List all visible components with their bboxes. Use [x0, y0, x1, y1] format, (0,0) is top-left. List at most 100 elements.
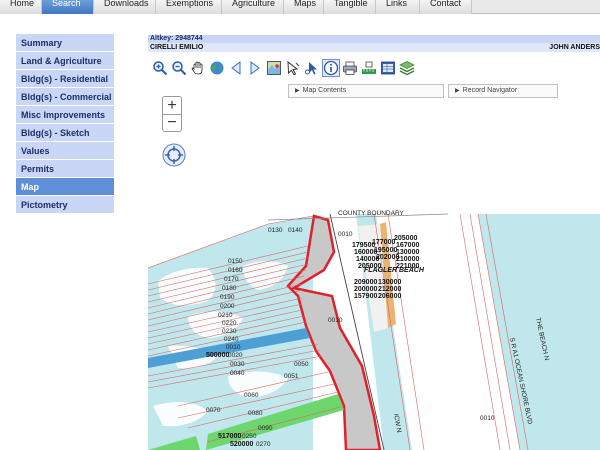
parcel-label: 0160	[228, 267, 243, 274]
table-icon[interactable]	[380, 60, 396, 76]
parcel-value: 167000	[396, 242, 419, 249]
zoom-out-button[interactable]: −	[163, 114, 181, 131]
parcel-value: 212000	[378, 286, 401, 293]
parcel-label: 0230	[222, 328, 237, 335]
parcel-label: 0051	[284, 373, 299, 380]
parcel-label: 520000	[230, 441, 253, 448]
zoom-in-button[interactable]: +	[163, 97, 181, 114]
nav-tab-maps[interactable]: Maps	[284, 0, 324, 14]
parcel-label: 0210	[218, 312, 233, 319]
parcel-value: 205000	[358, 263, 381, 270]
forward-icon[interactable]	[247, 60, 263, 76]
print-icon[interactable]	[342, 60, 358, 76]
parcel-value: 210000	[396, 256, 419, 263]
nav-tab-home[interactable]: Home	[0, 0, 42, 14]
nav-tab-contact[interactable]: Contact	[420, 0, 472, 14]
identify-cursor-icon[interactable]	[304, 60, 320, 76]
parcel-value: 179500	[352, 242, 375, 249]
map-contents-label: Map Contents	[302, 87, 347, 94]
altkey-label: Altkey: 2948744	[148, 35, 600, 43]
parcel-label: 0010	[338, 231, 353, 238]
map-contents-panel[interactable]: ▶ Map Contents	[288, 84, 444, 98]
parcel-label: 0150	[228, 258, 243, 265]
parcel-label: 0040	[230, 370, 245, 377]
expand-arrow-icon: ▶	[455, 88, 460, 94]
record-navigator-panel[interactable]: ▶ Record Navigator	[448, 84, 558, 98]
parcel-label: 0200	[220, 303, 235, 310]
parcel-label: 0010	[480, 415, 495, 422]
globe-icon[interactable]	[209, 60, 225, 76]
parcel-label: 0090	[258, 425, 273, 432]
measure-icon[interactable]	[361, 60, 377, 76]
nav-tab-exemptions[interactable]: Exemptions	[156, 0, 222, 14]
owner-name: CIRELLI EMILIO	[150, 44, 204, 51]
parcel-label: 0240	[224, 336, 239, 343]
nav-tab-tangible[interactable]: Tangible	[324, 0, 376, 14]
zoom-in-icon[interactable]	[152, 60, 168, 76]
sidebar: Summary Land & Agriculture Bldg(s) - Res…	[16, 34, 114, 214]
parcel-value: 205000	[394, 235, 417, 242]
parcel-label: 0020	[228, 352, 243, 359]
parcel-value: 195000	[374, 247, 397, 254]
sidebar-item-summary[interactable]: Summary	[16, 34, 114, 52]
nav-tab-downloads[interactable]: Downloads	[94, 0, 156, 14]
parcel-label: 0050	[294, 361, 309, 368]
county-boundary-label: COUNTY BOUNDARY	[338, 210, 405, 217]
nav-tab-links[interactable]: Links	[376, 0, 420, 14]
sidebar-item-map[interactable]: Map	[16, 178, 114, 196]
parcel-label: 0270	[256, 441, 271, 448]
parcel-label: 0180	[222, 285, 237, 292]
owner-name-2: JOHN ANDERS	[549, 44, 600, 51]
parcel-value: 177000	[372, 239, 395, 246]
parcel-label: 0080	[248, 410, 263, 417]
sidebar-item-bldg-commercial[interactable]: Bldg(s) - Commercial	[16, 88, 114, 106]
parcel-label: 0030	[230, 361, 245, 368]
parcel-label: 0010	[328, 317, 343, 324]
locate-icon[interactable]	[162, 143, 186, 167]
parcel-label: 0170	[224, 276, 239, 283]
nav-tab-agriculture[interactable]: Agriculture	[222, 0, 284, 14]
parcel-value: 221000	[396, 263, 419, 270]
zoom-out-icon[interactable]	[171, 60, 187, 76]
info-icon[interactable]	[322, 59, 340, 77]
parcel-value: 157900	[354, 293, 377, 300]
parcel-value: 130000	[396, 249, 419, 256]
parcel-label: 0250	[242, 433, 257, 440]
layers-icon[interactable]	[399, 60, 415, 76]
parcel-label: 0130	[268, 227, 283, 234]
parcel-value: 206000	[378, 293, 401, 300]
nav-tab-search[interactable]: Search	[42, 0, 94, 14]
parcel-value: 200000	[354, 286, 377, 293]
parcel-label: 517000	[218, 433, 241, 440]
zoom-control: + −	[162, 96, 182, 132]
parcel-label: 500000	[206, 352, 229, 359]
sidebar-item-values[interactable]: Values	[16, 142, 114, 160]
sidebar-item-bldg-residential[interactable]: Bldg(s) - Residential	[16, 70, 114, 88]
full-extent-icon[interactable]	[266, 60, 282, 76]
back-icon[interactable]	[228, 60, 244, 76]
top-nav: Home Search Downloads Exemptions Agricul…	[0, 0, 600, 14]
parcel-label: 0070	[206, 407, 221, 414]
parcel-value: 209000	[354, 279, 377, 286]
sidebar-item-pictometry[interactable]: Pictometry	[16, 196, 114, 214]
expand-arrow-icon: ▶	[295, 88, 300, 94]
record-navigator-label: Record Navigator	[462, 87, 518, 94]
sidebar-item-permits[interactable]: Permits	[16, 160, 114, 178]
sidebar-item-land-agriculture[interactable]: Land & Agriculture	[16, 52, 114, 70]
parcel-label: 0060	[244, 392, 259, 399]
parcel-label: 0190	[220, 294, 235, 301]
select-arrow-icon[interactable]	[285, 60, 301, 76]
pan-hand-icon[interactable]	[190, 60, 206, 76]
map-toolbar	[152, 59, 415, 77]
parcel-label: 0220	[222, 320, 237, 327]
map-canvas[interactable]: COUNTY BOUNDARY FLAGLER BEACH THE BEACH …	[148, 206, 600, 450]
parcel-map[interactable]: COUNTY BOUNDARY FLAGLER BEACH THE BEACH …	[148, 206, 600, 450]
parcel-label: 0140	[288, 227, 303, 234]
parcel-label: 0010	[226, 344, 241, 351]
sidebar-item-misc-improvements[interactable]: Misc Improvements	[16, 106, 114, 124]
sidebar-item-bldg-sketch[interactable]: Bldg(s) - Sketch	[16, 124, 114, 142]
owner-row: CIRELLI EMILIO JOHN ANDERS	[148, 43, 600, 52]
parcel-value: 130000	[378, 279, 401, 286]
parcel-value: 160000	[354, 249, 377, 256]
parcel-value: 140000	[356, 256, 379, 263]
